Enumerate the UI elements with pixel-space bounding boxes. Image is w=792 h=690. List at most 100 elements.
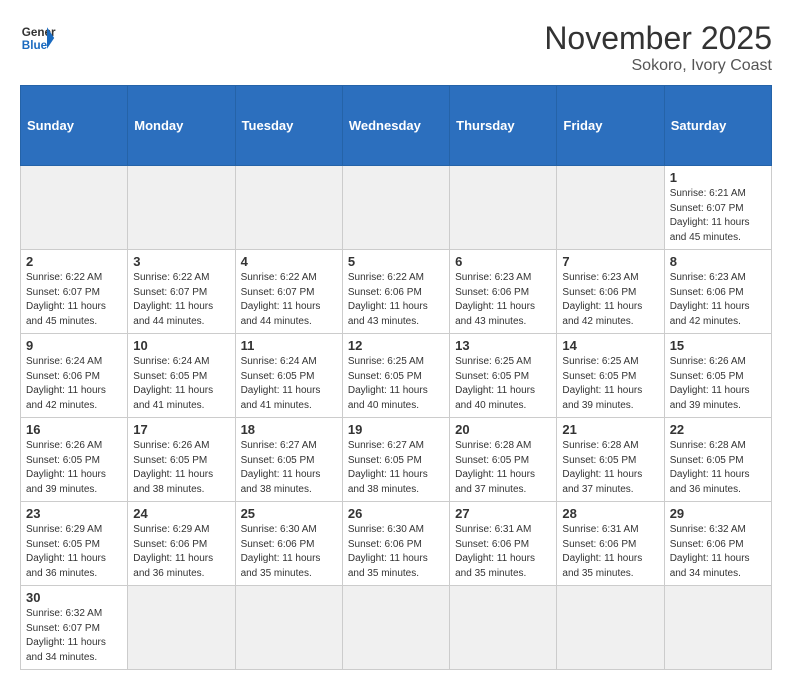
calendar-cell [235,586,342,670]
calendar-week-row: 2 Sunrise: 6:22 AMSunset: 6:07 PMDaylight… [21,250,772,334]
calendar-cell [128,586,235,670]
day-number: 30 [26,590,122,605]
calendar-week-row: 16 Sunrise: 6:26 AMSunset: 6:05 PMDayligh… [21,418,772,502]
calendar-cell: 6Sunrise: 6:23 AMSunset: 6:06 PMDaylight… [450,250,557,334]
day-number: 22 [670,422,766,437]
day-info: Sunrise: 6:31 AMSunset: 6:06 PMDaylight:… [455,523,551,581]
day-info: Sunrise: 6:25 AMSunset: 6:05 PMDaylight:… [348,355,444,413]
day-info: Sunrise: 6:27 AMSunset: 6:05 PMDaylight:… [241,439,337,497]
day-number: 27 [455,506,551,521]
day-number: 23 [26,506,122,521]
day-info: Sunrise: 6:24 AMSunset: 6:05 PMDaylight:… [241,355,337,413]
calendar-week-row: 9 Sunrise: 6:24 AMSunset: 6:06 PMDaylight… [21,334,772,418]
day-info: Sunrise: 6:21 AMSunset: 6:07 PMDaylight:… [670,187,766,245]
day-number: 26 [348,506,444,521]
day-info: Sunrise: 6:32 AMSunset: 6:06 PMDaylight:… [670,523,766,581]
day-info: Sunrise: 6:25 AMSunset: 6:05 PMDaylight:… [562,355,658,413]
day-info: Sunrise: 6:24 AMSunset: 6:06 PMDaylight:… [26,355,122,413]
svg-text:Blue: Blue [22,39,48,52]
calendar-cell: 3 Sunrise: 6:22 AMSunset: 6:07 PMDaylight… [128,250,235,334]
calendar-cell: 16 Sunrise: 6:26 AMSunset: 6:05 PMDayligh… [21,418,128,502]
day-info: Sunrise: 6:29 AMSunset: 6:05 PMDaylight:… [26,523,122,581]
weekday-header: Monday [128,86,235,166]
day-info: Sunrise: 6:26 AMSunset: 6:05 PMDaylight:… [670,355,766,413]
calendar-cell [450,166,557,250]
calendar-cell: 12 Sunrise: 6:25 AMSunset: 6:05 PMDayligh… [342,334,449,418]
calendar-week-row: 30 Sunrise: 6:32 AMSunset: 6:07 PMDayligh… [21,586,772,670]
day-number: 20 [455,422,551,437]
day-info: Sunrise: 6:22 AMSunset: 6:06 PMDaylight:… [348,271,444,329]
calendar-cell: 11 Sunrise: 6:24 AMSunset: 6:05 PMDayligh… [235,334,342,418]
day-info: Sunrise: 6:22 AMSunset: 6:07 PMDaylight:… [26,271,122,329]
calendar-cell: 14Sunrise: 6:25 AMSunset: 6:05 PMDayligh… [557,334,664,418]
day-info: Sunrise: 6:24 AMSunset: 6:05 PMDaylight:… [133,355,229,413]
day-info: Sunrise: 6:22 AMSunset: 6:07 PMDaylight:… [133,271,229,329]
calendar-cell: 23 Sunrise: 6:29 AMSunset: 6:05 PMDayligh… [21,502,128,586]
day-number: 7 [562,254,658,269]
day-number: 11 [241,338,337,353]
calendar-table: SundayMondayTuesdayWednesdayThursdayFrid… [20,85,772,670]
day-number: 16 [26,422,122,437]
calendar-week-row: 1Sunrise: 6:21 AMSunset: 6:07 PMDaylight… [21,166,772,250]
calendar-cell: 28 Sunrise: 6:31 AMSunset: 6:06 PMDayligh… [557,502,664,586]
day-number: 29 [670,506,766,521]
calendar-cell: 2 Sunrise: 6:22 AMSunset: 6:07 PMDaylight… [21,250,128,334]
calendar-cell [342,166,449,250]
day-number: 28 [562,506,658,521]
day-info: Sunrise: 6:32 AMSunset: 6:07 PMDaylight:… [26,607,122,665]
calendar-cell [557,166,664,250]
calendar-cell: 22 Sunrise: 6:28 AMSunset: 6:05 PMDayligh… [664,418,771,502]
calendar-cell [342,586,449,670]
day-number: 10 [133,338,229,353]
calendar-title: November 2025 [544,20,772,57]
day-info: Sunrise: 6:30 AMSunset: 6:06 PMDaylight:… [241,523,337,581]
calendar-cell: 4 Sunrise: 6:22 AMSunset: 6:07 PMDaylight… [235,250,342,334]
day-info: Sunrise: 6:29 AMSunset: 6:06 PMDaylight:… [133,523,229,581]
day-number: 12 [348,338,444,353]
calendar-cell [235,166,342,250]
day-number: 4 [241,254,337,269]
calendar-cell: 8 Sunrise: 6:23 AMSunset: 6:06 PMDaylight… [664,250,771,334]
day-info: Sunrise: 6:26 AMSunset: 6:05 PMDaylight:… [133,439,229,497]
calendar-header-row: SundayMondayTuesdayWednesdayThursdayFrid… [21,86,772,166]
weekday-header: Saturday [664,86,771,166]
calendar-week-row: 23 Sunrise: 6:29 AMSunset: 6:05 PMDayligh… [21,502,772,586]
calendar-cell: 10 Sunrise: 6:24 AMSunset: 6:05 PMDayligh… [128,334,235,418]
day-number: 2 [26,254,122,269]
calendar-cell: 5Sunrise: 6:22 AMSunset: 6:06 PMDaylight… [342,250,449,334]
calendar-cell: 27 Sunrise: 6:31 AMSunset: 6:06 PMDayligh… [450,502,557,586]
day-info: Sunrise: 6:28 AMSunset: 6:05 PMDaylight:… [562,439,658,497]
day-number: 13 [455,338,551,353]
calendar-subtitle: Sokoro, Ivory Coast [544,57,772,75]
calendar-cell: 30 Sunrise: 6:32 AMSunset: 6:07 PMDayligh… [21,586,128,670]
day-number: 24 [133,506,229,521]
day-info: Sunrise: 6:31 AMSunset: 6:06 PMDaylight:… [562,523,658,581]
calendar-cell: 13 Sunrise: 6:25 AMSunset: 6:05 PMDayligh… [450,334,557,418]
day-number: 19 [348,422,444,437]
calendar-cell [21,166,128,250]
calendar-cell: 20Sunrise: 6:28 AMSunset: 6:05 PMDayligh… [450,418,557,502]
day-number: 6 [455,254,551,269]
day-info: Sunrise: 6:25 AMSunset: 6:05 PMDaylight:… [455,355,551,413]
day-number: 9 [26,338,122,353]
calendar-cell [557,586,664,670]
day-info: Sunrise: 6:23 AMSunset: 6:06 PMDaylight:… [562,271,658,329]
calendar-cell: 7 Sunrise: 6:23 AMSunset: 6:06 PMDaylight… [557,250,664,334]
weekday-header: Tuesday [235,86,342,166]
day-number: 17 [133,422,229,437]
day-info: Sunrise: 6:30 AMSunset: 6:06 PMDaylight:… [348,523,444,581]
weekday-header: Friday [557,86,664,166]
calendar-cell: 19 Sunrise: 6:27 AMSunset: 6:05 PMDayligh… [342,418,449,502]
day-info: Sunrise: 6:26 AMSunset: 6:05 PMDaylight:… [26,439,122,497]
day-number: 25 [241,506,337,521]
calendar-cell [664,586,771,670]
calendar-cell: 25 Sunrise: 6:30 AMSunset: 6:06 PMDayligh… [235,502,342,586]
day-info: Sunrise: 6:28 AMSunset: 6:05 PMDaylight:… [670,439,766,497]
day-info: Sunrise: 6:22 AMSunset: 6:07 PMDaylight:… [241,271,337,329]
calendar-cell: 26 Sunrise: 6:30 AMSunset: 6:06 PMDayligh… [342,502,449,586]
day-info: Sunrise: 6:23 AMSunset: 6:06 PMDaylight:… [670,271,766,329]
day-info: Sunrise: 6:27 AMSunset: 6:05 PMDaylight:… [348,439,444,497]
day-number: 8 [670,254,766,269]
calendar-cell: 18Sunrise: 6:27 AMSunset: 6:05 PMDayligh… [235,418,342,502]
day-number: 3 [133,254,229,269]
